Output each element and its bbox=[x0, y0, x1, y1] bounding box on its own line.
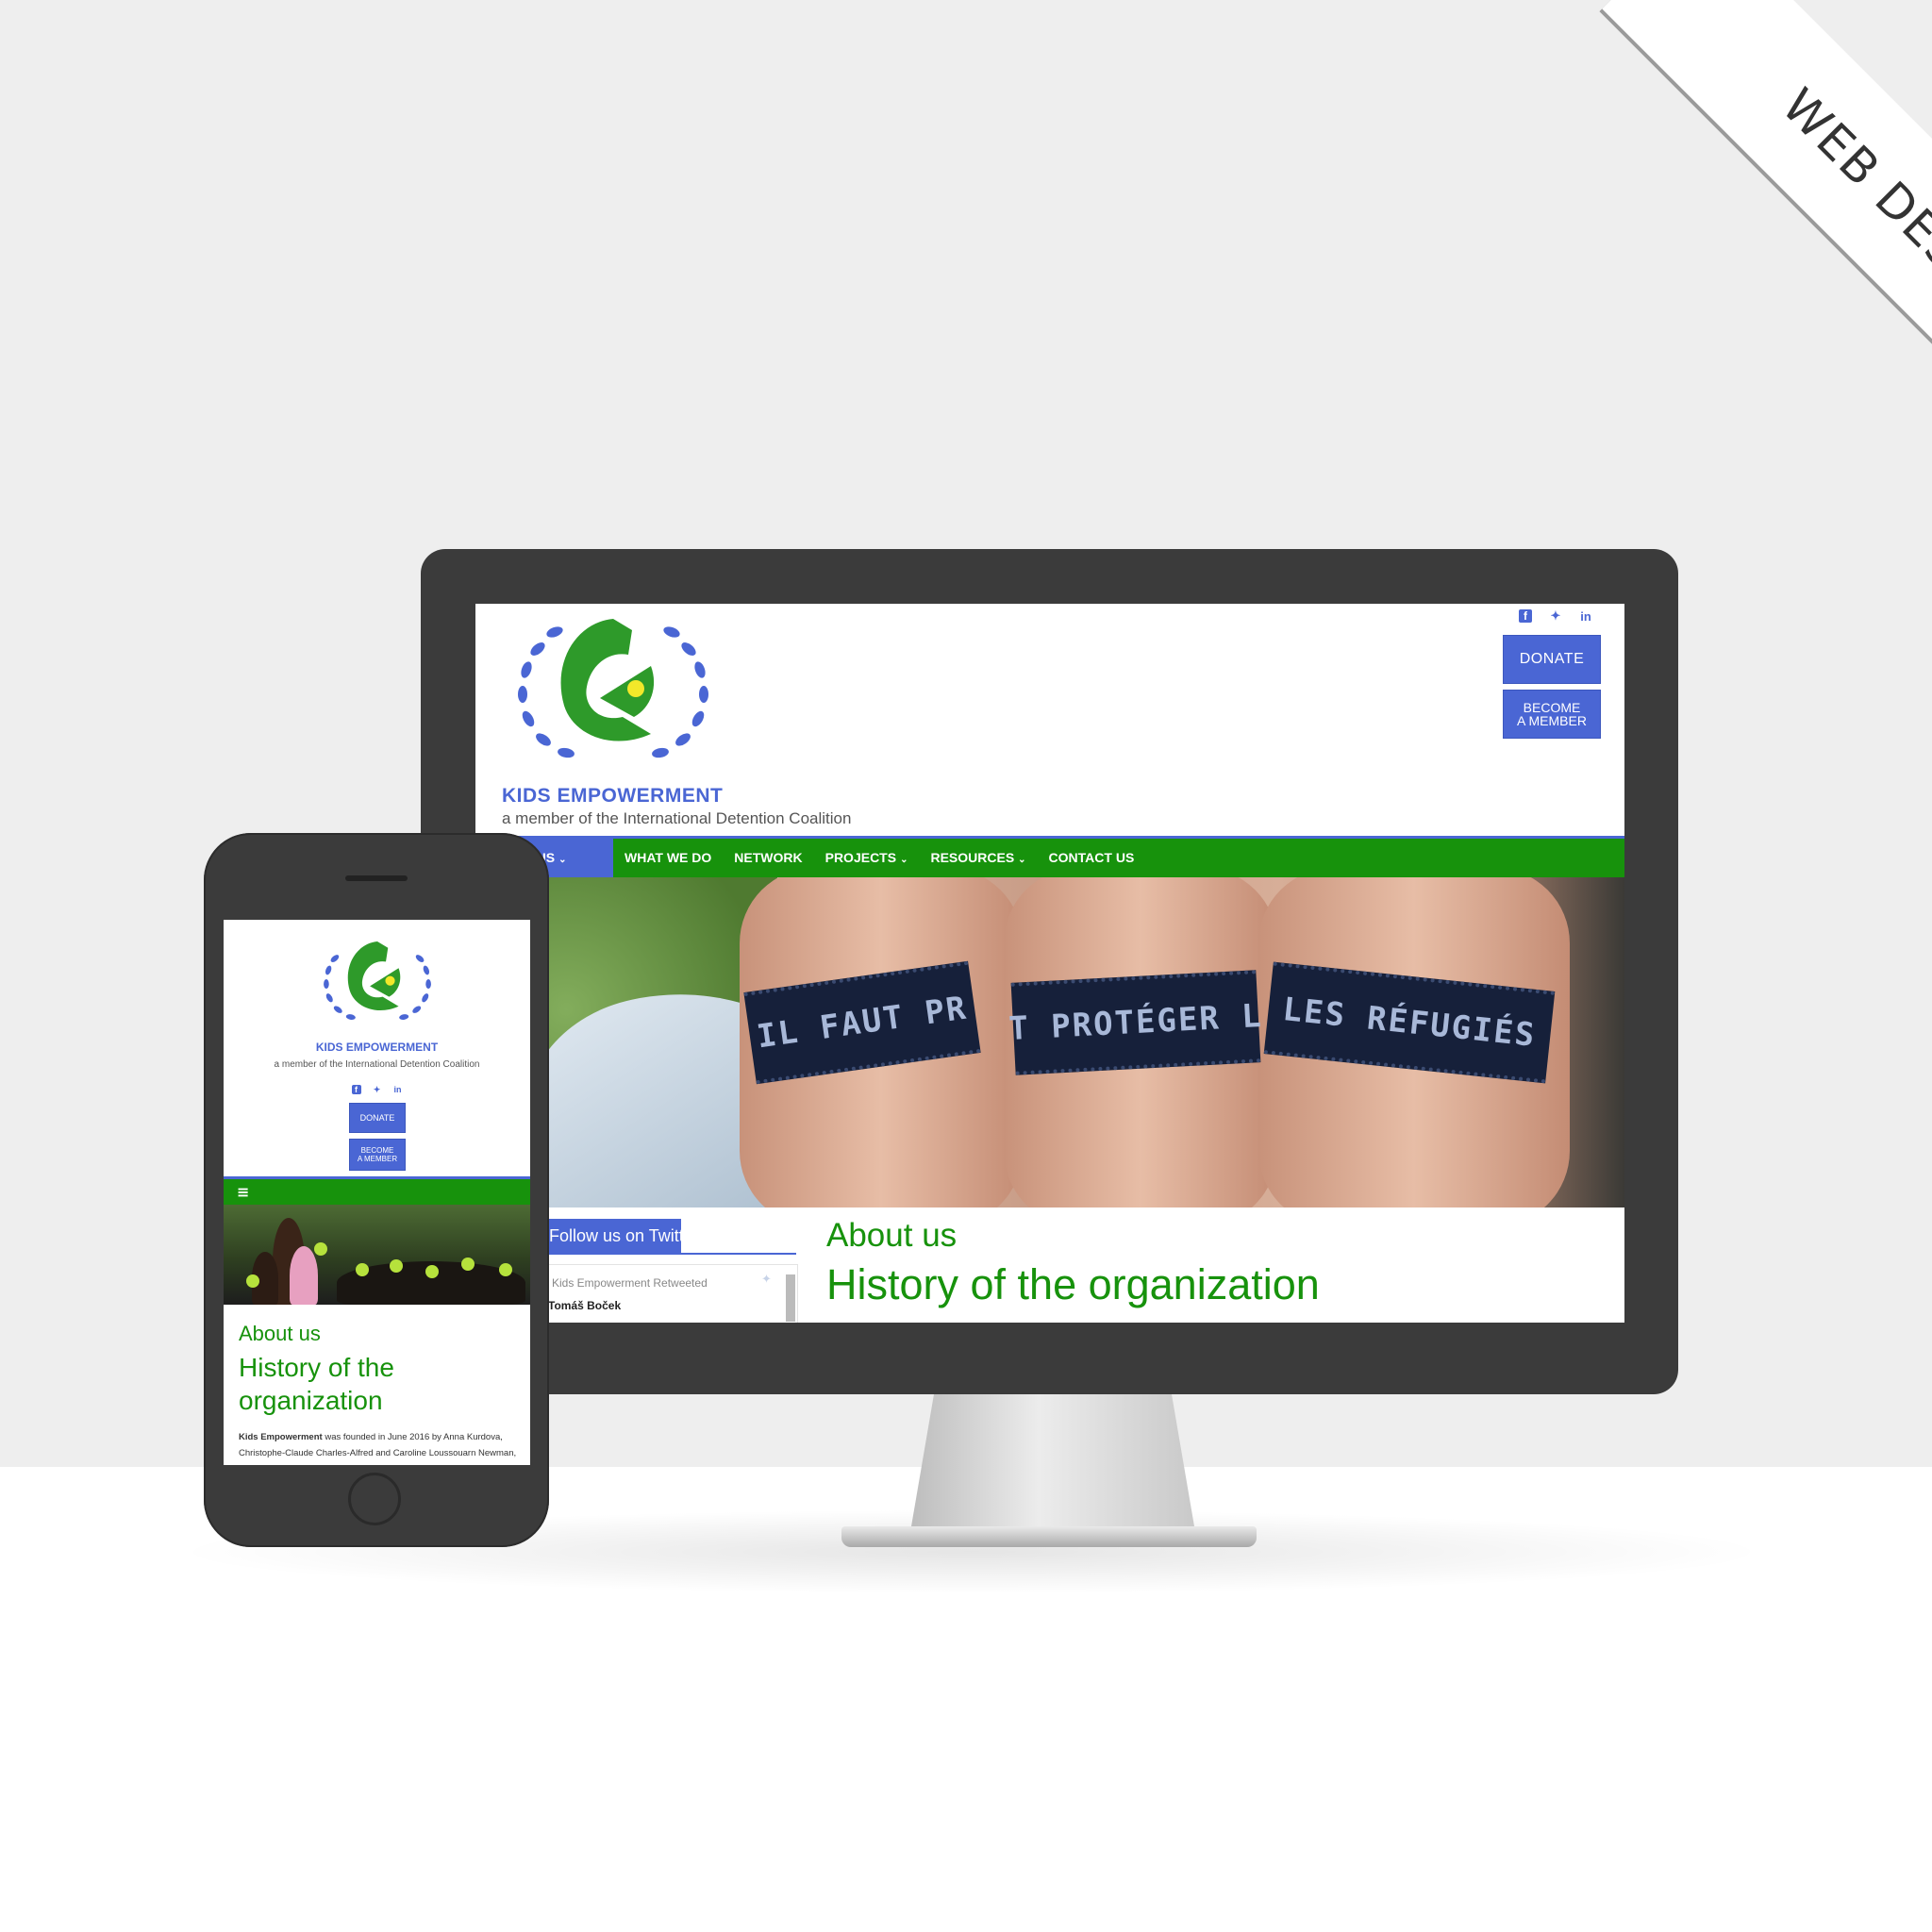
donate-button[interactable]: DONATE bbox=[350, 1104, 405, 1132]
chevron-down-icon: ⌄ bbox=[558, 855, 567, 865]
main-nav: ABOUT US⌄ WHAT WE DO NETWORK PROJECTS⌄ R… bbox=[475, 836, 1624, 877]
facebook-icon[interactable]: f bbox=[1519, 609, 1532, 623]
twitter-bird-icon: ✦ bbox=[761, 1273, 772, 1287]
hero-image: IL FAUT PR T PROTÉGER L LES RÉFUGIÉS bbox=[475, 877, 1624, 1208]
monitor-stand-base bbox=[841, 1526, 1257, 1547]
monitor-stand-neck bbox=[911, 1394, 1194, 1526]
nav-item-projects[interactable]: PROJECTS ⌄ bbox=[814, 839, 920, 877]
hero-ball bbox=[425, 1265, 439, 1278]
member-label-line2: A MEMBER bbox=[357, 1155, 398, 1163]
wristband-text: T PROTÉGER L bbox=[1008, 996, 1264, 1049]
brand-tagline: a member of the International Detention … bbox=[502, 809, 852, 827]
about-heading: About us bbox=[239, 1322, 321, 1345]
org-name: Kids Empowerment bbox=[239, 1432, 323, 1442]
hero-image bbox=[224, 1205, 530, 1305]
mobile-screen: KIDS EMPOWERMENT a member of the Interna… bbox=[224, 920, 530, 1465]
member-label-line1: BECOME bbox=[1523, 700, 1581, 715]
laurel-logo-icon[interactable] bbox=[319, 925, 436, 1037]
hero-ball bbox=[246, 1274, 259, 1288]
member-label-line2: A MEMBER bbox=[1517, 713, 1587, 728]
nav-item-network[interactable]: NETWORK bbox=[723, 839, 813, 877]
laurel-logo-icon[interactable] bbox=[509, 611, 717, 767]
hero-child bbox=[290, 1246, 318, 1305]
social-links: f ✦ in bbox=[224, 1085, 530, 1094]
linkedin-icon[interactable]: in bbox=[1579, 609, 1592, 624]
become-member-button[interactable]: BECOME A MEMBER bbox=[1504, 691, 1600, 738]
page-title: History of the organization bbox=[239, 1353, 394, 1415]
facebook-icon[interactable]: f bbox=[351, 1085, 361, 1094]
mobile-phone: KIDS EMPOWERMENT a member of the Interna… bbox=[204, 833, 549, 1547]
nav-item-what-we-do[interactable]: WHAT WE DO bbox=[613, 839, 723, 877]
hamburger-menu-icon[interactable]: ≡ bbox=[237, 1183, 249, 1201]
tweet-scrollbar[interactable] bbox=[786, 1274, 795, 1322]
social-links: f ✦ in bbox=[1519, 608, 1592, 624]
tweet-card[interactable]: Kids Empowerment Retweeted Tomáš Boček ✦ bbox=[513, 1264, 798, 1323]
twitter-icon[interactable]: ✦ bbox=[1549, 608, 1562, 623]
about-heading: About us bbox=[826, 1217, 958, 1254]
brand-name[interactable]: KIDS EMPOWERMENT bbox=[224, 1041, 530, 1054]
nav-item-resources[interactable]: RESOURCES ⌄ bbox=[919, 839, 1037, 877]
brand-name[interactable]: KIDS EMPOWERMENT bbox=[502, 785, 723, 808]
hero-ball bbox=[356, 1263, 369, 1276]
wristband-text: IL FAUT PR bbox=[754, 989, 971, 1057]
site-header: KIDS EMPOWERMENT a member of the Interna… bbox=[475, 604, 1624, 836]
nav-item-contact-us[interactable]: CONTACT US bbox=[1038, 839, 1146, 877]
intro-paragraph: Kids Empowerment was founded in June 201… bbox=[239, 1429, 522, 1465]
hero-ball bbox=[499, 1263, 512, 1276]
tweet-author[interactable]: Tomáš Boček bbox=[548, 1299, 621, 1312]
wristband: T PROTÉGER L bbox=[1008, 970, 1264, 1075]
mobile-nav: ≡ bbox=[224, 1176, 530, 1205]
phone-speaker bbox=[345, 875, 408, 881]
hero-ball bbox=[314, 1242, 327, 1256]
desktop-screen: KIDS EMPOWERMENT a member of the Interna… bbox=[475, 604, 1624, 1323]
tweet-retweeted: Kids Empowerment Retweeted bbox=[552, 1276, 708, 1290]
chevron-down-icon: ⌄ bbox=[1018, 855, 1026, 865]
donate-button[interactable]: DONATE bbox=[1504, 636, 1600, 683]
home-button[interactable] bbox=[348, 1473, 401, 1525]
brand-tagline: a member of the International Detention … bbox=[274, 1059, 480, 1070]
become-member-button[interactable]: BECOME A MEMBER bbox=[350, 1140, 405, 1170]
twitter-icon[interactable]: ✦ bbox=[373, 1085, 382, 1094]
page-title: History of the organization bbox=[826, 1260, 1320, 1308]
desktop-monitor: KIDS EMPOWERMENT a member of the Interna… bbox=[421, 549, 1678, 1394]
hero-ball bbox=[390, 1259, 403, 1273]
chevron-down-icon: ⌄ bbox=[900, 855, 908, 865]
content-area: Follow us on Twitter Kids Empowerment Re… bbox=[475, 1208, 1624, 1323]
hero-ball bbox=[461, 1257, 475, 1271]
linkedin-icon[interactable]: in bbox=[393, 1085, 403, 1094]
wristband-text: LES RÉFUGIÉS bbox=[1280, 991, 1539, 1055]
member-label-line1: BECOME bbox=[360, 1146, 394, 1155]
